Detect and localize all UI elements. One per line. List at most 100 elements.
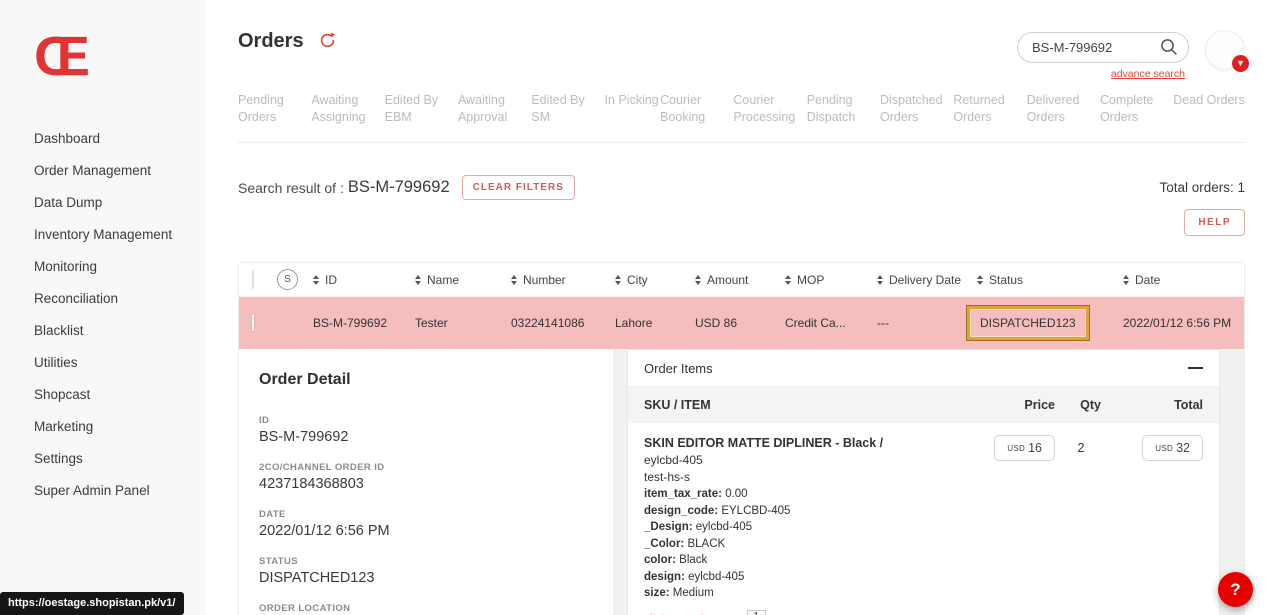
item-stepper[interactable]: 1 [747,610,766,615]
column-label: Delivery Date [889,273,961,287]
sort-icon[interactable] [615,275,621,285]
chevron-down-icon[interactable]: ▼ [1232,55,1249,72]
field-label: ID [259,415,613,426]
user-menu[interactable]: ▼ [1205,30,1245,70]
column-header[interactable]: Delivery Date [877,273,977,287]
field-label: DATE [259,509,613,520]
sidebar-item[interactable]: Dashboard [34,122,205,154]
sidebar-nav: Dashboard Order Management Data Dump Inv… [34,122,205,506]
sort-icon[interactable] [1123,275,1129,285]
sidebar-item[interactable]: Monitoring [34,250,205,282]
item-price[interactable]: USD16 [994,435,1055,461]
field-label: 2CO/CHANNEL ORDER ID [259,462,613,473]
item-variant: test-hs-s [644,469,969,486]
sidebar-item[interactable]: Reconciliation [34,282,205,314]
field-value: DISPATCHED123 [259,570,613,586]
status-tab[interactable]: Awaiting Assigning [311,92,383,126]
table-header-row: S ID Name Number [239,263,1244,297]
status-tab[interactable]: Dead Orders [1173,92,1245,126]
status-tab[interactable]: Edited By EBM [385,92,457,126]
detail-field: STATUS DISPATCHED123 [259,556,613,586]
column-header[interactable]: Name [415,273,511,287]
cell-city: Lahore [615,316,695,330]
sort-icon[interactable] [511,275,517,285]
search-icon[interactable] [1159,37,1179,62]
collapse-minus-icon[interactable] [1188,367,1203,370]
row-checkbox[interactable] [252,315,254,331]
col-sku: SKU / ITEM [644,398,969,412]
field-label: STATUS [259,556,613,567]
sort-icon[interactable] [415,275,421,285]
field-value: 2022/01/12 6:56 PM [259,523,613,539]
item-review-link[interactable]: click to review [644,612,719,615]
sidebar-item[interactable]: Blacklist [34,314,205,346]
detail-field: ID BS-M-799692 [259,415,613,445]
column-header[interactable]: Date [1123,273,1244,287]
refresh-icon[interactable] [318,31,337,55]
orders-table: S ID Name Number [238,262,1245,615]
column-label: MOP [797,273,824,287]
cell-name: Tester [415,316,511,330]
col-price: Price [969,398,1055,412]
sort-icon[interactable] [695,275,701,285]
topbar-right: advance search ▼ [1017,30,1245,70]
help-button[interactable]: HELP [1184,209,1245,236]
column-label: Amount [707,273,748,287]
item-attribute: designeylcbd-405 [644,569,969,586]
sort-icon[interactable] [977,275,983,285]
sidebar-item[interactable]: Shopcast [34,378,205,410]
sidebar-item[interactable]: Marketing [34,410,205,442]
column-header[interactable]: City [615,273,695,287]
clear-filters-button[interactable]: CLEAR FILTERS [462,175,575,200]
status-tab[interactable]: Dispatched Orders [880,92,952,126]
column-header[interactable]: Number [511,273,615,287]
s-badge-icon: S [277,269,298,290]
sidebar-item[interactable]: Settings [34,442,205,474]
table-row[interactable]: BS-M-799692 Tester 03224141086 Lahore US… [239,297,1244,349]
field-value: BS-M-799692 [259,429,613,445]
sort-icon[interactable] [313,275,319,285]
page-title: Orders [238,30,304,53]
status-tab[interactable]: Courier Booking [660,92,732,126]
select-all-checkbox[interactable] [252,270,254,289]
sidebar-item[interactable]: Order Management [34,154,205,186]
status-tab[interactable]: Delivered Orders [1027,92,1099,126]
item-total[interactable]: USD32 [1142,435,1203,461]
sidebar-item[interactable]: Utilities [34,346,205,378]
order-detail-title: Order Detail [259,371,613,389]
column-label: Date [1135,273,1160,287]
column-header[interactable]: Status [977,273,1123,287]
main-content: Orders advance search ▼ [205,0,1265,615]
status-tab[interactable]: In Picking [605,92,659,126]
detail-field: 2CO/CHANNEL ORDER ID 4237184368803 [259,462,613,492]
cell-date: 2022/01/12 6:56 PM [1123,316,1244,330]
order-items-title: Order Items [644,361,713,376]
status-tab[interactable]: Complete Orders [1100,92,1172,126]
order-detail-panel: Order Detail ID BS-M-799692 2CO/CHANNEL … [239,349,613,615]
help-fab-button[interactable]: ? [1218,572,1253,607]
status-tab[interactable]: Returned Orders [953,92,1025,126]
item-qty: 2 [1055,435,1107,615]
item-price-col: USD16 [969,435,1055,615]
column-header[interactable]: ID [313,273,415,287]
status-tab[interactable]: Pending Dispatch [807,92,879,126]
status-tab[interactable]: Pending Orders [238,92,310,126]
brand-logo[interactable]: Œ [34,28,205,84]
cell-amount: USD 86 [695,316,785,330]
status-tab[interactable]: Courier Processing [733,92,805,126]
column-label: Number [523,273,566,287]
status-tabs: Pending Orders Awaiting Assigning Edited… [238,92,1245,143]
field-value: 4237184368803 [259,476,613,492]
sidebar-item[interactable]: Data Dump [34,186,205,218]
status-tab[interactable]: Edited By SM [531,92,603,126]
column-header[interactable]: Amount [695,273,785,287]
item-attribute: _Designeylcbd-405 [644,519,969,536]
sort-icon[interactable] [877,275,883,285]
status-tab[interactable]: Awaiting Approval [458,92,530,126]
sidebar-item[interactable]: Super Admin Panel [34,474,205,506]
sort-icon[interactable] [785,275,791,285]
sidebar-item[interactable]: Inventory Management [34,218,205,250]
column-header[interactable]: MOP [785,273,877,287]
col-qty: Qty [1055,398,1107,412]
advance-search-link[interactable]: advance search [1111,68,1185,80]
